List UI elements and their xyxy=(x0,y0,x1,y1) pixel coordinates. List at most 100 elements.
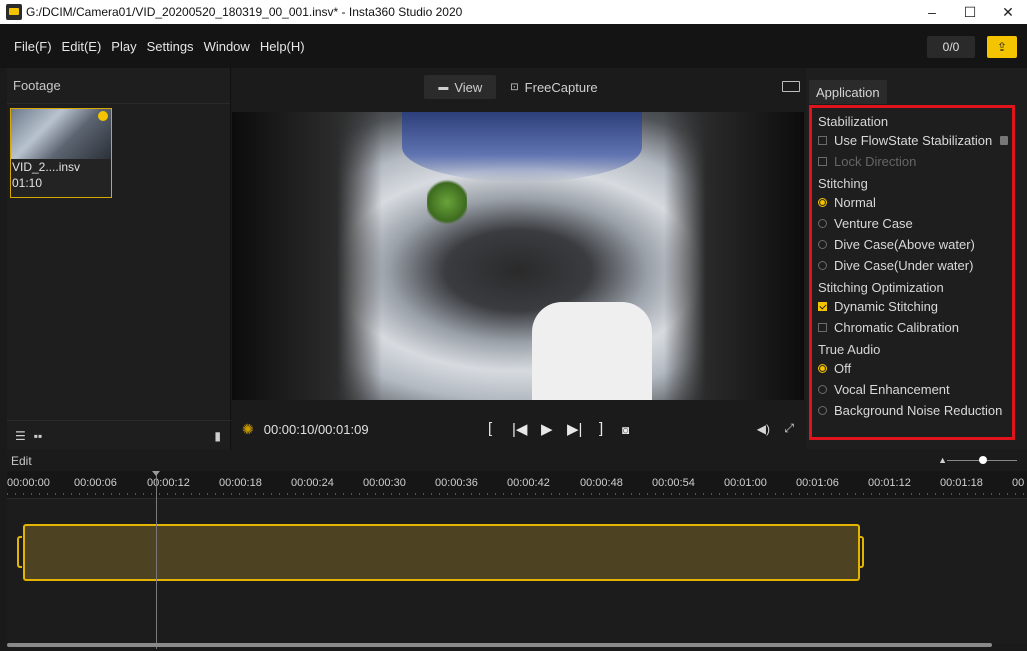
flowstate-label: Use FlowState Stabilization xyxy=(834,133,993,148)
true-audio-title: True Audio xyxy=(818,342,881,357)
trash-icon[interactable]: ▮ xyxy=(214,429,221,443)
clip-duration: 01:10 xyxy=(12,176,43,190)
ruler-tick: 00:00:54 xyxy=(652,477,695,489)
footage-footer: ☰ ▪▪ ▮ xyxy=(7,420,231,450)
application-settings-highlight: Stabilization Use FlowState Stabilizatio… xyxy=(809,105,1015,440)
stitching-normal-radio[interactable] xyxy=(818,198,827,207)
audio-off-radio[interactable] xyxy=(818,364,827,373)
stitching-venture-radio[interactable] xyxy=(818,219,827,228)
stabilization-title: Stabilization xyxy=(818,114,889,129)
stitching-dive-under-option[interactable]: Dive Case(Under water) xyxy=(818,255,1008,276)
list-view-icon[interactable]: ☰ xyxy=(15,429,26,443)
chromatic-calibration-option[interactable]: Chromatic Calibration xyxy=(818,317,1008,338)
edit-title: Edit xyxy=(7,451,1027,471)
viewer-tabs: ▬ View ⊡ FreeCapture xyxy=(232,68,804,106)
menu-window[interactable]: Window xyxy=(204,39,250,54)
fullscreen-icon[interactable]: ⤢ xyxy=(784,421,794,436)
menu-settings[interactable]: Settings xyxy=(147,39,194,54)
timeline-scrollbar[interactable] xyxy=(7,643,992,647)
grid-view-icon[interactable]: ▪▪ xyxy=(34,429,43,443)
footage-panel: Footage VID_2....insv 01:10 ☰ ▪▪ ▮ xyxy=(7,68,231,450)
stitching-dive-above-option[interactable]: Dive Case(Above water) xyxy=(818,234,1008,255)
zoom-out-icon[interactable]: ▲ xyxy=(938,455,947,465)
preview-ceiling xyxy=(402,112,642,182)
export-counter[interactable]: 0/0 xyxy=(927,36,975,58)
tab-application[interactable]: Application xyxy=(809,80,887,104)
menu-file[interactable]: File(F) xyxy=(14,39,52,54)
clip-trim-handle-left[interactable] xyxy=(17,536,22,568)
audio-off-label: Off xyxy=(834,361,852,376)
play-button[interactable]: ▶ xyxy=(541,420,553,438)
ruler-tick: 00:00:30 xyxy=(363,477,406,489)
stitching-normal-option[interactable]: Normal xyxy=(818,192,1008,213)
menu-play[interactable]: Play xyxy=(111,39,136,54)
lock-direction-option: Lock Direction xyxy=(818,151,1008,172)
menu-bar: File(F) Edit(E) Play Settings Window Hel… xyxy=(0,24,1027,68)
ruler-tick: 00:01:12 xyxy=(868,477,911,489)
close-button[interactable]: ✕ xyxy=(989,0,1027,24)
tab-freecapture-label: FreeCapture xyxy=(524,79,598,95)
mark-in-button[interactable]: [ xyxy=(488,420,492,437)
ruler-tick: 00:00:06 xyxy=(74,477,117,489)
stitching-venture-option[interactable]: Venture Case xyxy=(818,213,1008,234)
menu-help[interactable]: Help(H) xyxy=(260,39,305,54)
ruler-tick: 00:00:24 xyxy=(291,477,334,489)
ruler-tick: 00:00:00 xyxy=(7,477,50,489)
playback-controls: ✺ 00:00:10/00:01:09 [ |◀ ▶ ▶| ] ◙ ◀) ⤢ xyxy=(232,414,804,444)
menu-edit[interactable]: Edit(E) xyxy=(62,39,102,54)
flowstate-option[interactable]: Use FlowState Stabilization xyxy=(818,130,1008,151)
tab-freecapture[interactable]: ⊡ FreeCapture xyxy=(496,75,611,99)
next-button[interactable]: ▶| xyxy=(567,420,582,438)
footage-clip[interactable]: VID_2....insv 01:10 xyxy=(10,108,112,198)
flowstate-checkbox[interactable] xyxy=(818,136,827,145)
vocal-enhancement-radio[interactable] xyxy=(818,385,827,394)
stitching-dive-under-radio[interactable] xyxy=(818,261,827,270)
mark-out-button[interactable]: ] xyxy=(599,420,603,437)
previous-button[interactable]: |◀ xyxy=(512,420,527,438)
adjust-icon[interactable]: ✺ xyxy=(242,421,254,438)
preview-right-shade xyxy=(664,112,804,400)
video-preview[interactable] xyxy=(232,112,804,400)
chromatic-calibration-label: Chromatic Calibration xyxy=(834,320,959,335)
audio-off-option[interactable]: Off xyxy=(818,358,1008,379)
zoom-slider-knob[interactable] xyxy=(979,456,987,464)
lock-direction-checkbox xyxy=(818,157,827,166)
footage-title: Footage xyxy=(7,68,230,104)
clip-name: VID_2....insv xyxy=(12,160,81,174)
ruler-tick: 00:00:36 xyxy=(435,477,478,489)
noise-reduction-label: Background Noise Reduction xyxy=(834,403,1003,418)
view-icon: ▬ xyxy=(438,81,449,93)
clip-trim-handle-right[interactable] xyxy=(859,536,864,568)
dynamic-stitching-option[interactable]: Dynamic Stitching xyxy=(818,296,1008,317)
aspect-ratio-icon[interactable] xyxy=(782,81,800,92)
playhead[interactable] xyxy=(156,471,157,649)
viewer-panel: ▬ View ⊡ FreeCapture ✺ 00:00:10/00:01:09… xyxy=(232,68,804,450)
stitching-normal-label: Normal xyxy=(834,195,876,210)
ruler-tick: 00:01:18 xyxy=(940,477,983,489)
dynamic-stitching-checkbox[interactable] xyxy=(818,302,827,311)
stitching-dive-above-radio[interactable] xyxy=(818,240,827,249)
noise-reduction-option[interactable]: Background Noise Reduction xyxy=(818,400,1008,421)
ruler-tick: 00:01:00 xyxy=(724,477,767,489)
minimize-button[interactable]: – xyxy=(913,0,951,24)
upload-icon: ⇪ xyxy=(996,40,1008,54)
chromatic-calibration-checkbox[interactable] xyxy=(818,323,827,332)
tab-view-label: View xyxy=(454,79,483,95)
info-icon[interactable] xyxy=(1000,136,1008,145)
stitching-optimization-title: Stitching Optimization xyxy=(818,280,944,295)
tab-view[interactable]: ▬ View xyxy=(424,75,497,99)
timeline-ruler[interactable]: 00:00:00 00:00:06 00:00:12 00:00:18 00:0… xyxy=(7,471,1027,499)
ruler-tick: 00:01:06 xyxy=(796,477,839,489)
noise-reduction-radio[interactable] xyxy=(818,406,827,415)
vocal-enhancement-label: Vocal Enhancement xyxy=(834,382,950,397)
playhead-marker[interactable] xyxy=(152,471,160,476)
stitching-dive-under-label: Dive Case(Under water) xyxy=(834,258,974,273)
upload-button[interactable]: ⇪ xyxy=(987,36,1017,58)
snapshot-icon[interactable]: ◙ xyxy=(622,423,629,437)
volume-icon[interactable]: ◀) xyxy=(757,422,770,436)
vocal-enhancement-option[interactable]: Vocal Enhancement xyxy=(818,379,1008,400)
dynamic-stitching-label: Dynamic Stitching xyxy=(834,299,939,314)
maximize-button[interactable]: ☐ xyxy=(951,0,989,24)
stitching-venture-label: Venture Case xyxy=(834,216,913,231)
timeline-clip[interactable] xyxy=(23,524,860,581)
